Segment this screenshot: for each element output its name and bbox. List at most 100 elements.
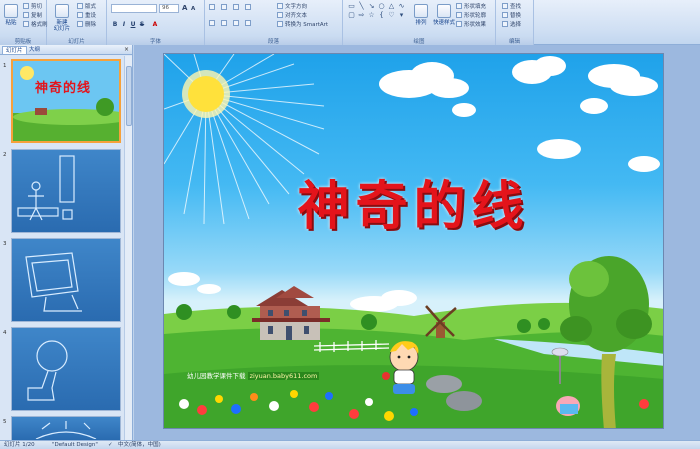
thumbnail-scrollbar[interactable] (124, 56, 132, 440)
replace-icon (502, 12, 508, 18)
thumb-1-preview (13, 61, 133, 141)
italic-button[interactable]: I (120, 20, 128, 29)
binoculars-icon (502, 3, 508, 9)
increase-indent-button[interactable] (245, 4, 253, 12)
strikethrough-button[interactable]: S (138, 20, 146, 29)
pane-tabs: 幻灯片 大纲 × (0, 45, 132, 55)
slide-thumbnail-3[interactable] (11, 238, 121, 322)
format-painter-button[interactable]: 格式刷 (23, 21, 48, 29)
current-slide[interactable]: 神奇的线 幼儿园教学课件下载 ziyuan.baby611.com (163, 53, 664, 429)
numbering-button[interactable] (221, 4, 229, 12)
decrease-indent-button[interactable] (233, 4, 241, 12)
slide-title[interactable]: 神奇的线 (164, 164, 663, 239)
rounded-rect-shape-icon[interactable]: ▢ (347, 12, 356, 19)
font-size-combo[interactable]: 96 (159, 4, 179, 13)
text-direction-button[interactable]: 文字方向 (277, 3, 307, 11)
layout-button[interactable]: 版式 (77, 3, 96, 11)
star-shape-icon[interactable]: ☆ (367, 12, 376, 19)
status-bar: 幻灯片 1/20 "Default Design" ✓ 中文(简体，中国) (0, 440, 700, 449)
arrow-shape-icon[interactable]: ↘ (367, 3, 376, 10)
language-indicator: 中文(简体，中国) (118, 442, 161, 448)
tab-slides[interactable]: 幻灯片 (2, 46, 27, 54)
delete-slide-button[interactable]: 删除 (77, 21, 96, 29)
align-left-button[interactable] (209, 20, 217, 28)
select-button[interactable]: 选择 (502, 21, 521, 29)
quick-styles-button[interactable]: 快速样式 (433, 4, 455, 26)
align-text-button[interactable]: 对齐文本 (277, 12, 307, 20)
new-slide-icon (55, 4, 69, 18)
align-right-button[interactable] (233, 20, 241, 28)
align-center-button[interactable] (221, 20, 229, 28)
clipboard-group: 粘贴 剪切 复制 格式刷 剪贴板 (0, 0, 48, 45)
font-group-label: 字体 (107, 37, 204, 45)
thumb-4-drawing (27, 340, 68, 401)
align-center-icon (221, 20, 227, 26)
font-name-combo[interactable] (111, 4, 157, 13)
thumb-number: 1 (3, 63, 7, 69)
paragraph-group: 文字方向 对齐文本 转换为 SmartArt 段落 (205, 0, 343, 45)
slide-thumbnail-2[interactable] (11, 149, 121, 233)
editing-group-label: 编辑 (496, 37, 533, 45)
replace-button[interactable]: 替换 (502, 12, 521, 20)
pen-icon (456, 12, 462, 18)
right-arrow-shape-icon[interactable]: ⇨ (357, 12, 366, 19)
align-right-icon (233, 20, 239, 26)
heart-shape-icon[interactable]: ♡ (387, 12, 396, 19)
arrange-icon (414, 4, 428, 18)
quick-styles-icon (437, 4, 451, 18)
copy-button[interactable]: 复制 (23, 12, 42, 20)
rectangle-shape-icon[interactable]: ▭ (347, 3, 356, 10)
justify-button[interactable] (245, 20, 253, 28)
convert-smartart-button[interactable]: 转换为 SmartArt (277, 21, 328, 29)
tab-outline[interactable]: 大纲 (26, 46, 43, 54)
scrollbar-thumb[interactable] (126, 66, 132, 126)
bullets-button[interactable] (209, 4, 217, 12)
brace-shape-icon[interactable]: { (377, 12, 386, 19)
find-button[interactable]: 查找 (502, 3, 521, 11)
caption-url: ziyuan.baby611.com (247, 372, 320, 380)
slides-pane: 幻灯片 大纲 × 1 神奇的线 2 3 4 5 (0, 45, 133, 440)
triangle-shape-icon[interactable]: △ (387, 3, 396, 10)
text-direction-icon (277, 3, 283, 9)
font-color-button[interactable]: A (151, 20, 159, 29)
paragraph-group-label: 段落 (205, 37, 342, 45)
reset-icon (77, 12, 83, 18)
oval-shape-icon[interactable]: ○ (377, 3, 386, 10)
caption-text: 幼儿园教学课件下载 (187, 372, 246, 380)
slide-thumbnail-1[interactable]: 神奇的线 (11, 59, 133, 143)
editing-group: 查找 替换 选择 编辑 (496, 0, 534, 45)
reset-button[interactable]: 重设 (77, 12, 96, 20)
cursor-icon (502, 21, 508, 27)
outdent-icon (233, 4, 239, 10)
underline-button[interactable]: U (129, 20, 137, 29)
slide-counter: 幻灯片 1/20 (4, 442, 35, 448)
indent-icon (245, 4, 251, 10)
shape-fill-button[interactable]: 形状填充 (456, 3, 486, 11)
grow-font-button[interactable]: A (182, 4, 187, 12)
font-group: 96 A A B I U S A 字体 (107, 0, 205, 45)
thumb-1-title: 神奇的线 (35, 81, 92, 96)
cut-button[interactable]: 剪切 (23, 3, 42, 11)
numbering-icon (221, 4, 227, 10)
bold-button[interactable]: B (111, 20, 119, 29)
thumb-number: 4 (3, 330, 7, 336)
slide-thumbnail-5[interactable] (11, 416, 121, 440)
slide-caption[interactable]: 幼儿园教学课件下载 ziyuan.baby611.com (187, 370, 320, 380)
arrange-button[interactable]: 排列 (411, 4, 431, 26)
thumb-number: 5 (3, 419, 7, 425)
thumb-number: 3 (3, 241, 7, 247)
shape-outline-button[interactable]: 形状轮廓 (456, 12, 486, 20)
close-icon[interactable]: × (124, 46, 129, 53)
more-shapes-icon[interactable]: ▾ (397, 12, 406, 19)
align-text-icon (277, 12, 283, 18)
new-slide-button[interactable]: 新建 幻灯片 (51, 4, 73, 32)
curve-shape-icon[interactable]: ∿ (397, 3, 406, 10)
paste-button[interactable]: 粘贴 (2, 4, 20, 26)
shape-effects-button[interactable]: 形状效果 (456, 21, 486, 29)
shrink-font-button[interactable]: A (191, 5, 195, 13)
fill-bucket-icon (456, 3, 462, 9)
copy-icon (23, 12, 29, 18)
check-icon[interactable]: ✓ (108, 441, 113, 449)
line-shape-icon[interactable]: ╲ (357, 3, 366, 10)
slide-thumbnail-4[interactable] (11, 327, 121, 411)
